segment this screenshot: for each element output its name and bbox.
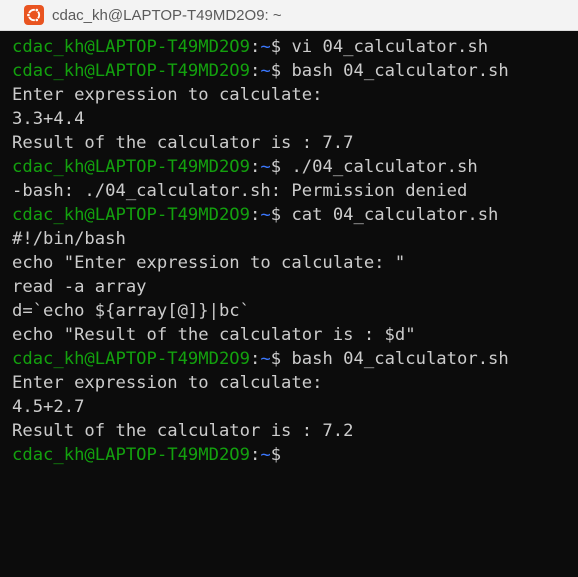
command-text: cat 04_calculator.sh — [291, 205, 499, 225]
output-text: echo "Result of the calculator is : $d" — [12, 325, 416, 345]
terminal-window: cdac_kh@LAPTOP-T49MD2O9: ~ cdac_kh@LAPTO… — [0, 0, 578, 577]
prompt-symbol: $ — [270, 205, 282, 225]
prompt-path: ~ — [260, 349, 271, 369]
text-cursor — [291, 443, 301, 463]
prompt-separator: : — [250, 445, 261, 465]
output-line: Result of the calculator is : 7.2 — [12, 419, 578, 443]
ubuntu-icon — [24, 5, 44, 25]
prompt-symbol: $ — [270, 349, 282, 369]
prompt-user: cdac_kh@LAPTOP-T49MD2O9 — [12, 157, 250, 177]
output-text: read -a array — [12, 277, 147, 297]
prompt-user: cdac_kh@LAPTOP-T49MD2O9 — [12, 61, 250, 81]
command-text: bash 04_calculator.sh — [291, 61, 509, 81]
output-text: #!/bin/bash — [12, 229, 126, 249]
output-line: echo "Result of the calculator is : $d" — [12, 323, 578, 347]
prompt-path: ~ — [260, 445, 271, 465]
prompt-symbol: $ — [270, 157, 282, 177]
output-line: Enter expression to calculate: — [12, 371, 578, 395]
output-line: -bash: ./04_calculator.sh: Permission de… — [12, 179, 578, 203]
output-text: d=`echo ${array[@]}|bc` — [12, 301, 250, 321]
prompt-symbol: $ — [270, 445, 282, 465]
output-line: Enter expression to calculate: — [12, 83, 578, 107]
title-bar[interactable]: cdac_kh@LAPTOP-T49MD2O9: ~ — [0, 0, 578, 31]
prompt-path: ~ — [260, 61, 271, 81]
prompt-path: ~ — [260, 157, 271, 177]
output-text: Enter expression to calculate: — [12, 373, 323, 393]
prompt-symbol: $ — [270, 37, 282, 57]
prompt-separator: : — [250, 157, 261, 177]
output-text: echo "Enter expression to calculate: " — [12, 253, 406, 273]
prompt-path: ~ — [260, 37, 271, 57]
command-text: ./04_calculator.sh — [291, 157, 478, 177]
prompt-path: ~ — [260, 205, 271, 225]
window-title: cdac_kh@LAPTOP-T49MD2O9: ~ — [52, 6, 282, 24]
prompt-separator: : — [250, 205, 261, 225]
prompt-user: cdac_kh@LAPTOP-T49MD2O9 — [12, 37, 250, 57]
prompt-separator: : — [250, 37, 261, 57]
output-line: 3.3+4.4 — [12, 107, 578, 131]
prompt-user: cdac_kh@LAPTOP-T49MD2O9 — [12, 205, 250, 225]
output-text: Result of the calculator is : 7.2 — [12, 421, 354, 441]
output-line: #!/bin/bash — [12, 227, 578, 251]
output-text: -bash: ./04_calculator.sh: Permission de… — [12, 181, 468, 201]
prompt-separator: : — [250, 349, 261, 369]
output-line: read -a array — [12, 275, 578, 299]
prompt-line: cdac_kh@LAPTOP-T49MD2O9:~$ — [12, 443, 578, 467]
command-text: bash 04_calculator.sh — [291, 349, 509, 369]
prompt-line: cdac_kh@LAPTOP-T49MD2O9:~$ ./04_calculat… — [12, 155, 578, 179]
prompt-user: cdac_kh@LAPTOP-T49MD2O9 — [12, 349, 250, 369]
output-line: d=`echo ${array[@]}|bc` — [12, 299, 578, 323]
prompt-line: cdac_kh@LAPTOP-T49MD2O9:~$ bash 04_calcu… — [12, 347, 578, 371]
terminal-output[interactable]: cdac_kh@LAPTOP-T49MD2O9:~$ vi 04_calcula… — [0, 31, 578, 577]
prompt-line: cdac_kh@LAPTOP-T49MD2O9:~$ bash 04_calcu… — [12, 59, 578, 83]
prompt-line: cdac_kh@LAPTOP-T49MD2O9:~$ vi 04_calcula… — [12, 35, 578, 59]
prompt-separator: : — [250, 61, 261, 81]
output-line: echo "Enter expression to calculate: " — [12, 251, 578, 275]
prompt-symbol: $ — [270, 61, 282, 81]
prompt-line: cdac_kh@LAPTOP-T49MD2O9:~$ cat 04_calcul… — [12, 203, 578, 227]
output-line: Result of the calculator is : 7.7 — [12, 131, 578, 155]
output-text: Enter expression to calculate: — [12, 85, 323, 105]
output-text: 3.3+4.4 — [12, 109, 85, 129]
command-text: vi 04_calculator.sh — [291, 37, 489, 57]
output-text: Result of the calculator is : 7.7 — [12, 133, 354, 153]
prompt-user: cdac_kh@LAPTOP-T49MD2O9 — [12, 445, 250, 465]
output-line: 4.5+2.7 — [12, 395, 578, 419]
output-text: 4.5+2.7 — [12, 397, 85, 417]
